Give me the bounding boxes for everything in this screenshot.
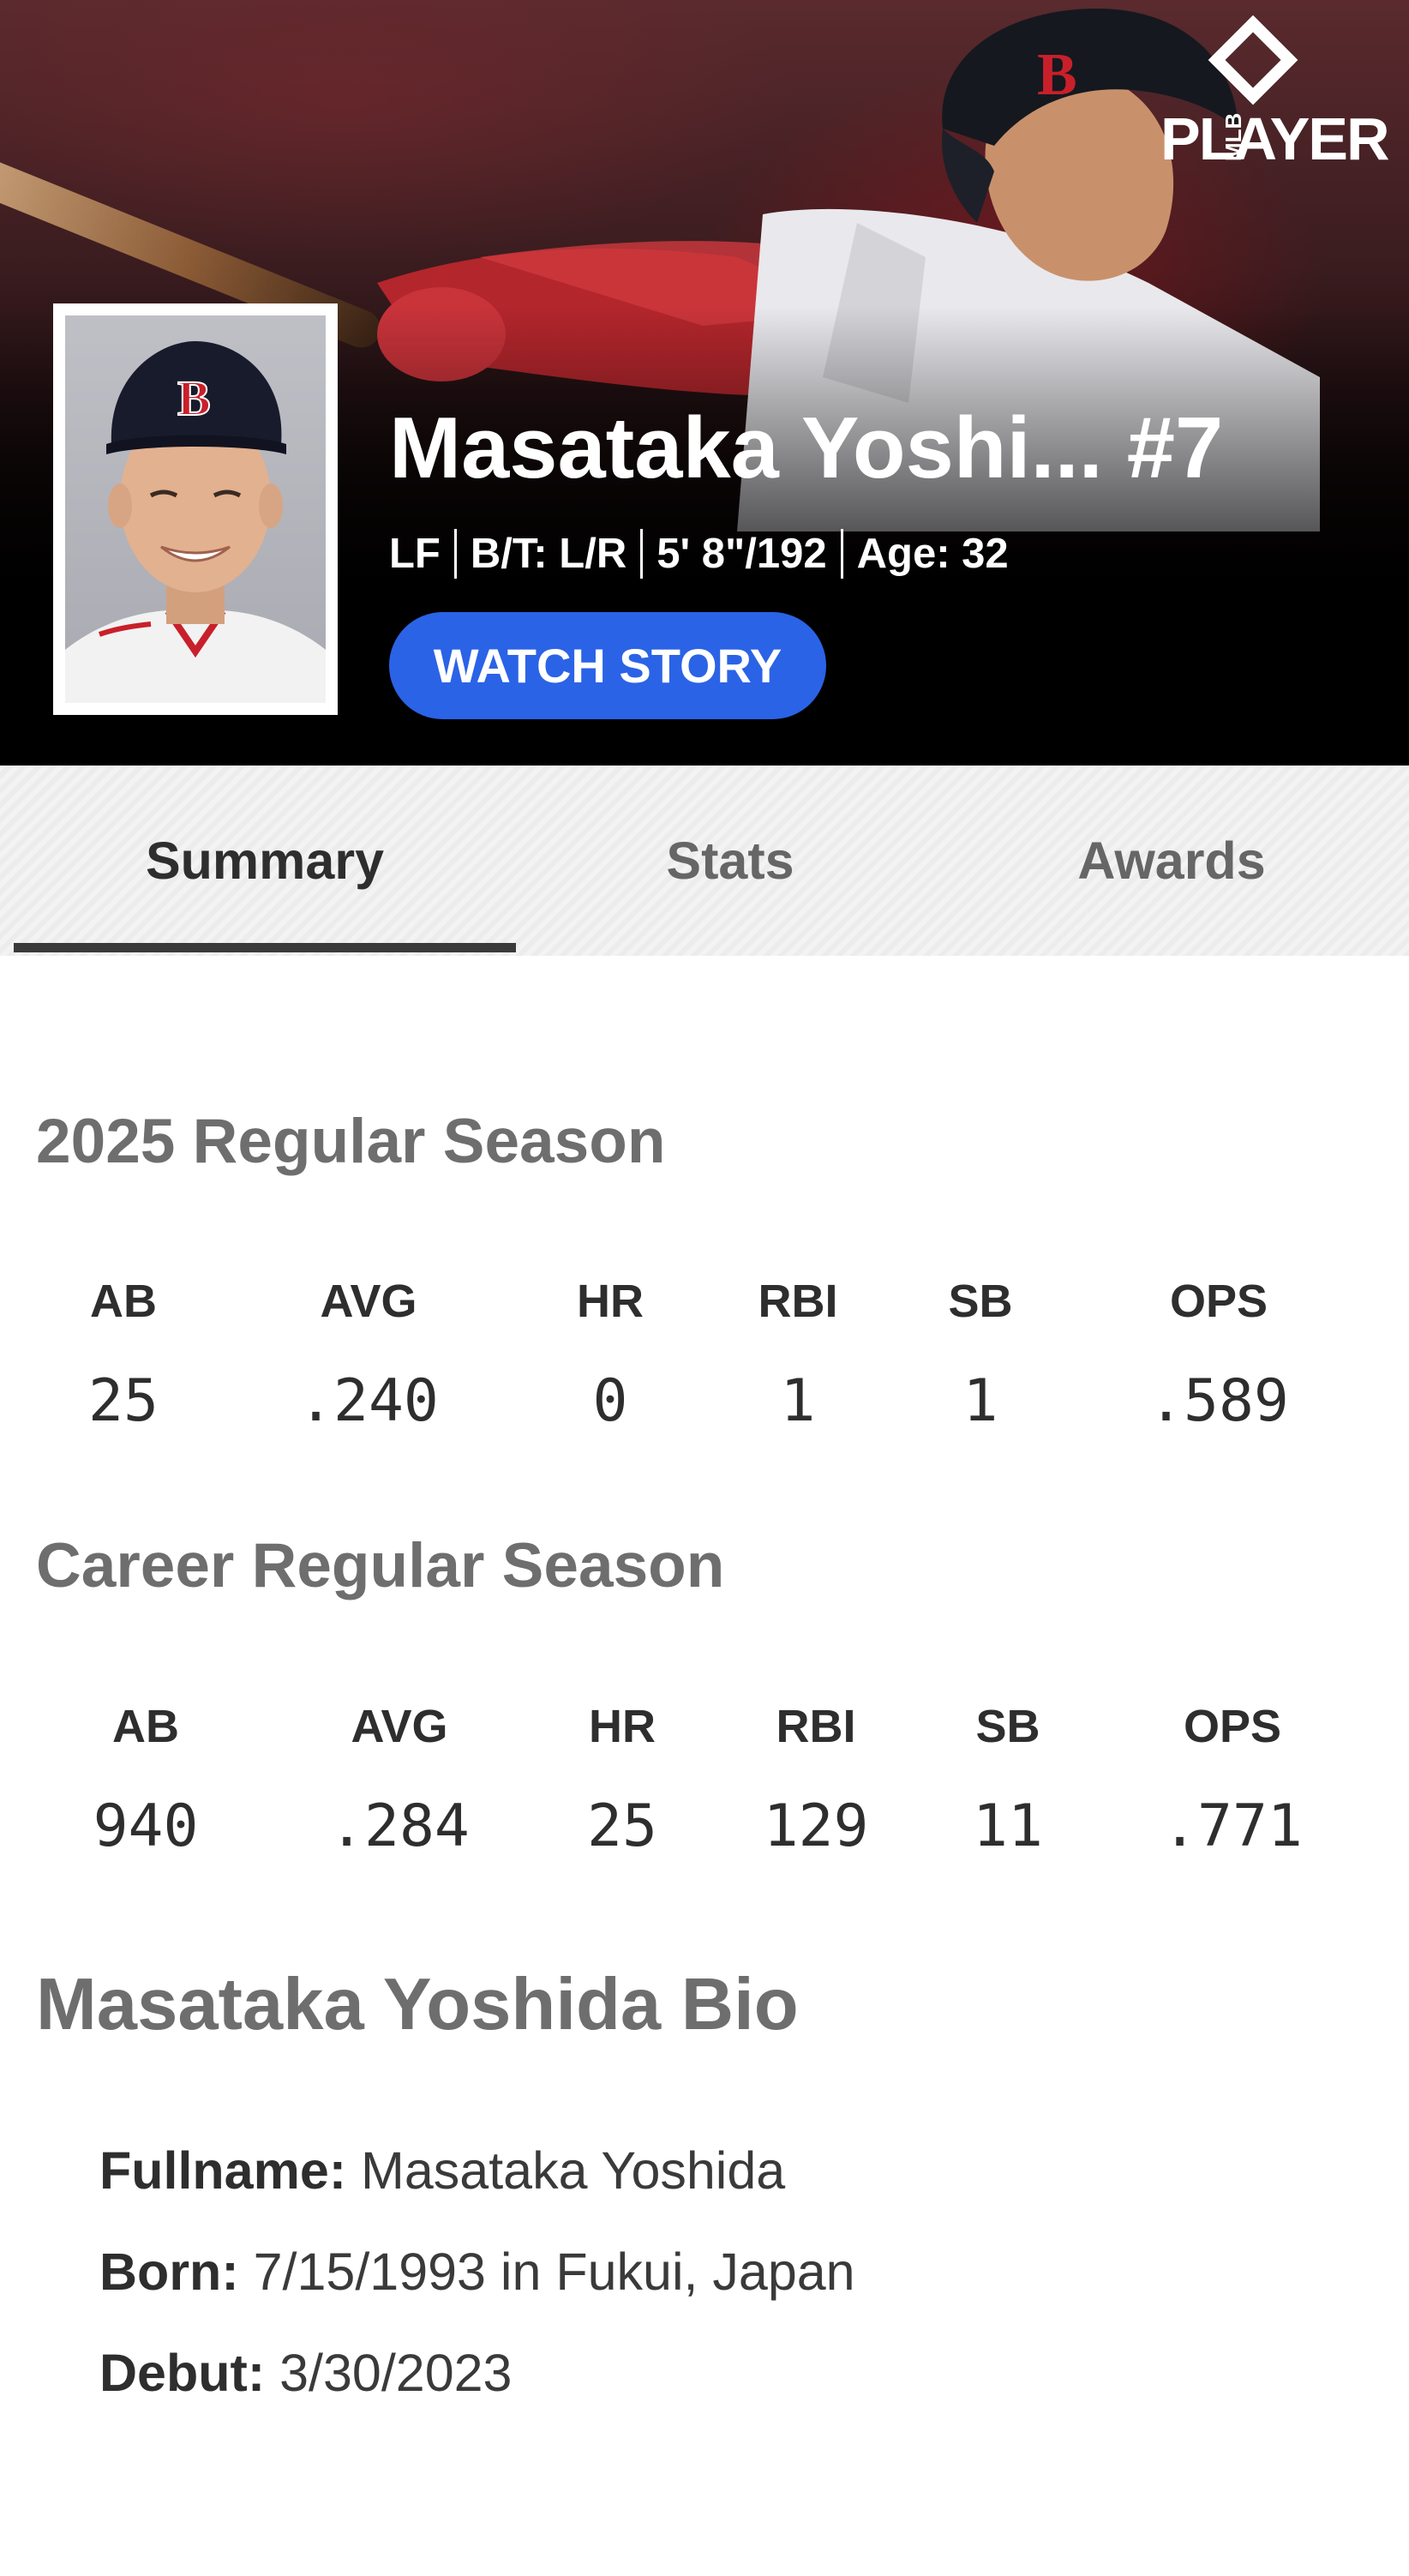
player-bats-throws: B/T: L/R — [470, 531, 627, 577]
player-headshot: B — [65, 315, 326, 703]
player-hero: B MLB PLAYERS — [0, 0, 1409, 766]
stat-value: .771 — [1162, 1792, 1303, 1860]
bio-born: Born: 7/15/1993 in Fukui, Japan — [99, 2242, 855, 2302]
tab-awards[interactable]: Awards — [944, 766, 1399, 956]
season-stats-heading: 2025 Regular Season — [36, 1107, 666, 1176]
bio-fullname-value: Masataka Yoshida — [361, 2141, 786, 2200]
stat-value: .240 — [298, 1367, 439, 1435]
stat-value: .284 — [329, 1792, 470, 1860]
profile-tabs: Summary Stats Awards — [0, 766, 1409, 956]
stat-value: 1 — [962, 1367, 998, 1435]
player-name: Masataka Yoshi... #7 — [389, 400, 1224, 496]
career-stat-ab: AB 940 — [51, 1700, 240, 1860]
stat-label: AVG — [320, 1276, 417, 1327]
stat-label: HR — [577, 1276, 644, 1327]
season-stat-avg: AVG .240 — [274, 1275, 463, 1435]
season-stat-rbi: RBI 1 — [704, 1275, 892, 1435]
stat-value: .589 — [1148, 1367, 1289, 1435]
career-stat-ops: OPS .771 — [1138, 1700, 1327, 1860]
stat-value: 25 — [587, 1792, 657, 1860]
stat-label: OPS — [1183, 1701, 1282, 1752]
season-stat-ab: AB 25 — [29, 1275, 218, 1435]
player-headshot-card: B — [53, 303, 338, 715]
career-stat-sb: SB 11 — [914, 1700, 1102, 1860]
career-stat-rbi: RBI 129 — [722, 1700, 910, 1860]
stat-label: RBI — [776, 1701, 856, 1752]
player-position: LF — [389, 531, 441, 577]
stat-value: 940 — [93, 1792, 199, 1860]
active-tab-indicator — [14, 943, 516, 952]
meta-divider — [453, 529, 457, 579]
season-stat-ops: OPS .589 — [1124, 1275, 1313, 1435]
season-stat-sb: SB 1 — [886, 1275, 1075, 1435]
bio-born-label: Born: — [99, 2243, 239, 2301]
season-stat-hr: HR 0 — [516, 1275, 704, 1435]
stat-label: SB — [975, 1701, 1040, 1752]
svg-text:PLAYERS: PLAYERS — [1160, 105, 1388, 170]
stat-value: 1 — [780, 1367, 816, 1435]
career-stat-avg: AVG .284 — [305, 1700, 494, 1860]
stat-label: AB — [90, 1276, 157, 1327]
career-stat-hr: HR 25 — [528, 1700, 716, 1860]
tab-summary[interactable]: Summary — [14, 766, 516, 956]
stat-label: AB — [112, 1701, 179, 1752]
stat-label: RBI — [758, 1276, 838, 1327]
stat-value: 25 — [88, 1367, 159, 1435]
stat-label: OPS — [1169, 1276, 1268, 1327]
stat-value: 129 — [763, 1792, 869, 1860]
stat-label: SB — [948, 1276, 1013, 1327]
bio-debut-value: 3/30/2023 — [279, 2344, 513, 2402]
bio-debut-label: Debut: — [99, 2344, 266, 2402]
player-meta: LF B/T: L/R 5' 8"/192 Age: 32 — [389, 529, 1009, 579]
meta-divider — [640, 529, 644, 579]
bio-fullname-label: Fullname: — [99, 2141, 347, 2200]
career-stats-heading: Career Regular Season — [36, 1531, 725, 1600]
bio-born-value: 7/15/1993 in Fukui, Japan — [253, 2243, 855, 2301]
stat-value: 11 — [973, 1792, 1043, 1860]
stat-label: HR — [589, 1701, 656, 1752]
svg-text:B: B — [177, 370, 211, 426]
bio-fullname: Fullname: Masataka Yoshida — [99, 2141, 785, 2201]
bio-heading: Masataka Yoshida Bio — [36, 1964, 799, 2045]
mlb-players-logo[interactable]: MLB PLAYERS — [1123, 15, 1409, 172]
player-height-weight: 5' 8"/192 — [657, 531, 827, 577]
player-age: Age: 32 — [856, 531, 1009, 577]
tab-stats[interactable]: Stats — [516, 766, 944, 956]
watch-story-button[interactable]: WATCH STORY — [389, 612, 826, 719]
stat-value: 0 — [592, 1367, 628, 1435]
bio-debut: Debut: 3/30/2023 — [99, 2343, 512, 2403]
stat-label: AVG — [351, 1701, 448, 1752]
meta-divider — [840, 529, 843, 579]
